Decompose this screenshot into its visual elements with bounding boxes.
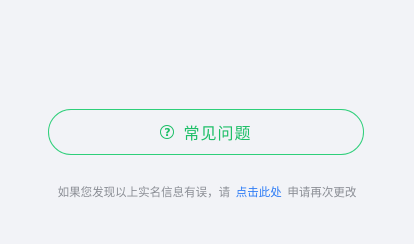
faq-label: 常见问题	[183, 124, 252, 143]
question-circle-icon: ?	[160, 125, 175, 139]
correction-hint: 如果您发现以上实名信息有误，请 点击此处 申请再次更改	[0, 184, 414, 200]
click-here-link[interactable]: 点击此处	[236, 185, 282, 199]
hint-prefix: 如果您发现以上实名信息有误，请	[57, 185, 231, 199]
hint-suffix: 申请再次更改	[287, 185, 357, 199]
faq-button[interactable]: ? 常见问题	[48, 109, 364, 155]
